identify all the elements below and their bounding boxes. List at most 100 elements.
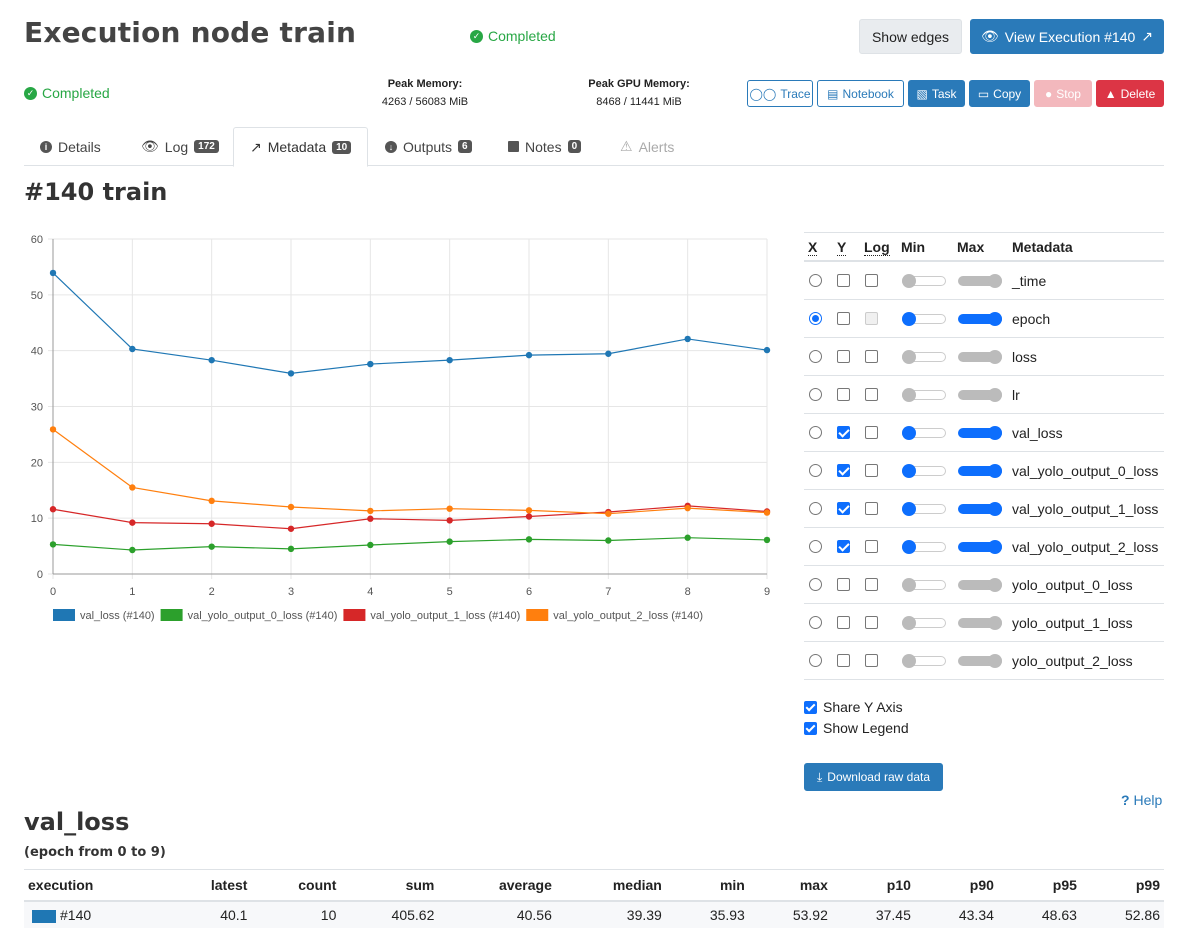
log-checkbox[interactable] — [865, 464, 878, 477]
metadata-name: _time — [1012, 273, 1047, 289]
metadata-rows: _time epoch loss lr val_loss val_yolo_output_… — [804, 262, 1164, 680]
download-raw-button[interactable]: ⤓ Download raw data — [804, 763, 943, 791]
x-radio[interactable] — [809, 274, 822, 287]
tab-metadata[interactable]: ↗ Metadata 10 — [233, 127, 369, 167]
data-point — [129, 546, 136, 554]
x-radio[interactable] — [809, 616, 822, 629]
delete-button[interactable]: ▲ Delete — [1096, 80, 1164, 107]
view-execution-button[interactable]: 👁 View Execution #140 ↗ — [970, 19, 1164, 54]
x-radio[interactable] — [809, 388, 822, 401]
tab-log-label: Log — [164, 138, 189, 155]
min-switch[interactable] — [902, 464, 946, 478]
stats-header-sum: sum — [340, 869, 439, 902]
peak-memory-value: 4263 / 56083 MiB — [381, 96, 469, 108]
external-link-icon: ↗ — [1141, 28, 1153, 44]
tab-log[interactable]: 👁 Log 172 — [125, 127, 235, 166]
y-checkbox[interactable] — [837, 312, 850, 325]
log-checkbox[interactable] — [865, 426, 878, 439]
legend-swatch — [343, 609, 366, 621]
x-radio[interactable] — [809, 654, 822, 667]
max-switch[interactable] — [958, 616, 1002, 630]
stats-header-latest: latest — [165, 869, 252, 902]
stop-button[interactable]: ● Stop — [1034, 80, 1092, 107]
max-switch[interactable] — [958, 578, 1002, 592]
copy-label: Copy — [993, 86, 1022, 101]
share-y-option[interactable]: Share Y Axis — [804, 699, 903, 715]
min-switch[interactable] — [902, 312, 946, 326]
log-checkbox[interactable] — [865, 540, 878, 553]
chart-line-icon: ↗ — [250, 138, 262, 155]
metadata-name: yolo_output_0_loss — [1012, 577, 1133, 593]
max-switch[interactable] — [958, 426, 1002, 440]
max-switch[interactable] — [958, 540, 1002, 554]
log-checkbox[interactable] — [865, 274, 878, 287]
help-link[interactable]: ? Help — [1121, 792, 1162, 808]
series-line — [52, 428, 768, 515]
max-switch[interactable] — [958, 654, 1002, 668]
x-radio[interactable] — [809, 350, 822, 363]
min-switch[interactable] — [902, 654, 946, 668]
x-radio[interactable] — [809, 312, 822, 325]
y-checkbox[interactable] — [837, 616, 850, 629]
x-tick-label: 7 — [605, 586, 611, 598]
share-y-checkbox[interactable] — [804, 700, 817, 714]
show-edges-button[interactable]: Show edges — [859, 19, 962, 54]
x-tick-label: 3 — [288, 586, 294, 598]
max-switch[interactable] — [958, 350, 1002, 364]
min-switch[interactable] — [902, 274, 946, 288]
show-legend-option[interactable]: Show Legend — [804, 720, 909, 736]
x-radio[interactable] — [809, 502, 822, 515]
y-checkbox[interactable] — [837, 654, 850, 667]
copy-button[interactable]: ▭ Copy — [969, 80, 1030, 107]
data-point — [367, 541, 374, 549]
x-tick-label: 9 — [764, 586, 770, 598]
min-switch[interactable] — [902, 540, 946, 554]
x-radio[interactable] — [809, 426, 822, 439]
min-switch[interactable] — [902, 578, 946, 592]
y-checkbox[interactable] — [837, 464, 850, 477]
log-checkbox[interactable] — [865, 502, 878, 515]
x-radio[interactable] — [809, 540, 822, 553]
max-switch[interactable] — [958, 464, 1002, 478]
max-switch[interactable] — [958, 388, 1002, 402]
show-legend-checkbox[interactable] — [804, 721, 817, 735]
log-checkbox[interactable] — [865, 388, 878, 401]
y-checkbox[interactable] — [837, 350, 850, 363]
data-point — [287, 503, 295, 511]
max-switch[interactable] — [958, 502, 1002, 516]
x-tick-label: 5 — [447, 586, 453, 598]
y-checkbox[interactable] — [837, 502, 850, 515]
x-radio[interactable] — [809, 578, 822, 591]
notebook-button[interactable]: ▤ Notebook — [817, 80, 904, 107]
min-switch[interactable] — [902, 426, 946, 440]
y-checkbox[interactable] — [837, 426, 850, 439]
tab-alerts[interactable]: ⚠ Alerts — [604, 127, 690, 166]
log-checkbox[interactable] — [865, 350, 878, 363]
book-icon: ▤ — [827, 86, 839, 101]
y-checkbox[interactable] — [837, 274, 850, 287]
x-radio[interactable] — [809, 464, 822, 477]
log-checkbox[interactable] — [865, 654, 878, 667]
tab-outputs[interactable]: ↓ Outputs 6 — [369, 127, 488, 166]
task-button[interactable]: ▧ Task — [908, 80, 965, 107]
log-checkbox[interactable] — [865, 578, 878, 591]
max-switch[interactable] — [958, 312, 1002, 326]
tab-details[interactable]: i Details — [24, 127, 117, 166]
chart-legend: val_loss (#140) val_yolo_output_0_loss (#… — [53, 609, 703, 622]
trace-button[interactable]: ◯◯ Trace — [747, 80, 813, 107]
header-x: X — [808, 239, 818, 256]
check-circle-icon: ✓ — [24, 86, 37, 100]
metadata-selector: X Y Log Min Max Metadata _time epoch loss l… — [804, 232, 1164, 680]
min-switch[interactable] — [902, 388, 946, 402]
y-checkbox[interactable] — [837, 388, 850, 401]
min-switch[interactable] — [902, 502, 946, 516]
y-checkbox[interactable] — [837, 578, 850, 591]
section-title: #140 train — [24, 178, 168, 206]
min-switch[interactable] — [902, 616, 946, 630]
tab-notes[interactable]: Notes 0 — [492, 127, 597, 166]
stats-cell-min: 35.93 — [665, 901, 749, 928]
min-switch[interactable] — [902, 350, 946, 364]
y-checkbox[interactable] — [837, 540, 850, 553]
max-switch[interactable] — [958, 274, 1002, 288]
log-checkbox[interactable] — [865, 616, 878, 629]
